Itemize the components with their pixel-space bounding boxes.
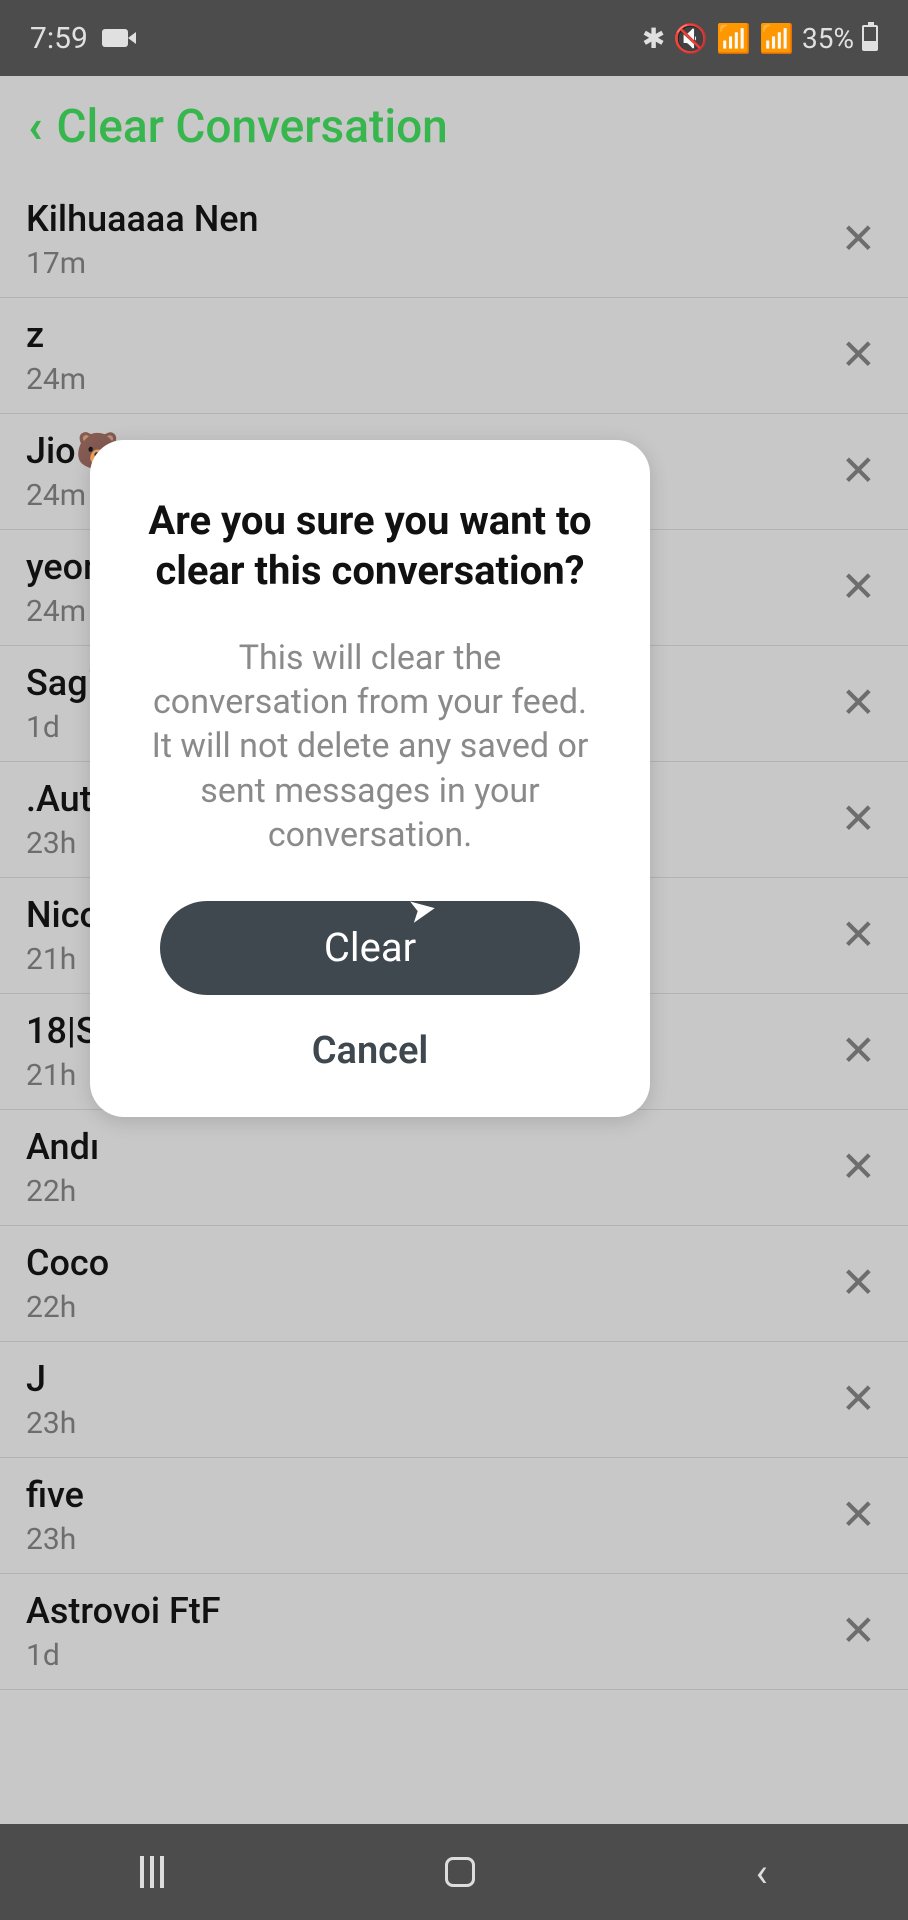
- dialog-body: This will clear the conversation from yo…: [144, 636, 596, 857]
- confirm-dialog: Are you sure you want to clear this conv…: [90, 440, 650, 1117]
- clear-button[interactable]: Clear: [160, 901, 580, 995]
- modal-overlay: Are you sure you want to clear this conv…: [0, 0, 908, 1920]
- clear-button-label: Clear: [324, 924, 416, 971]
- dialog-title: Are you sure you want to clear this conv…: [144, 496, 596, 596]
- back-button[interactable]: ‹: [756, 1849, 768, 1896]
- cancel-button-label: Cancel: [312, 1029, 429, 1073]
- cancel-button[interactable]: Cancel: [144, 1029, 596, 1073]
- android-nav-bar: ‹: [0, 1824, 908, 1920]
- home-button[interactable]: [445, 1857, 475, 1887]
- recents-button[interactable]: [140, 1856, 164, 1888]
